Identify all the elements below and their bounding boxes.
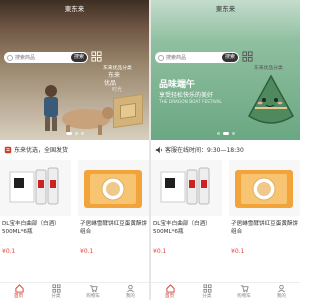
- notice-text: 东来优选，全国发货: [14, 147, 69, 154]
- product-card[interactable]: 孑居崊雪酵饼红豆蛋黄酥饼组合 ¥0.1: [229, 160, 300, 270]
- product-name: DL宝丰白曲部（白酒）500ML*6瓶: [153, 221, 211, 235]
- hero-text-line1: 品味端午: [159, 80, 196, 90]
- hero-text-line3: 时光: [112, 87, 123, 93]
- home-screen-right: 東东来 搜索 东来优品分类 品味端午 享受轻松快乐的美好 THE DRAGON …: [151, 0, 300, 300]
- product-image: [229, 160, 300, 216]
- search-button[interactable]: 搜索: [221, 53, 238, 62]
- cart-icon: [241, 285, 249, 293]
- product-name: 孑居崊雪酵饼红豆蛋黄酥饼组合: [231, 221, 299, 235]
- product-price: ¥0.1: [2, 248, 16, 255]
- search-bar[interactable]: 搜索: [155, 52, 239, 63]
- app-title: 東东来: [64, 5, 85, 13]
- tab-profile[interactable]: 我的: [115, 283, 145, 300]
- search-icon: [7, 54, 13, 61]
- product-image: [151, 160, 222, 216]
- user-icon: [278, 284, 286, 293]
- notice-bar: 客服在线时间：9:30—18:30: [155, 145, 244, 154]
- scan-icon[interactable]: [242, 51, 253, 62]
- tab-home[interactable]: 首页: [4, 283, 34, 300]
- product-name: DL宝丰白曲部（白酒）500ML*6瓶: [2, 221, 60, 235]
- notice-text: 客服在线时间：9:30—18:30: [165, 147, 244, 154]
- product-card[interactable]: DL宝丰白曲部（白酒）500ML*6瓶 ¥0.1: [151, 160, 222, 270]
- search-button[interactable]: 搜索: [70, 53, 87, 62]
- carousel-indicator: [66, 132, 84, 135]
- notice-bar: 东来优选，全国发货: [4, 145, 68, 154]
- user-icon: [127, 284, 135, 293]
- product-price: ¥0.1: [80, 248, 94, 255]
- app-title: 東东来: [215, 5, 236, 13]
- tab-label: 我的: [125, 294, 135, 299]
- product-price: ¥0.1: [231, 248, 245, 255]
- search-input[interactable]: [15, 53, 65, 62]
- category-label[interactable]: 东来优品分类: [254, 64, 283, 71]
- home-screen-left: 東东来 搜索 东来优品分类 东来 优品 时光 东来优选，全国发货: [0, 0, 149, 300]
- tab-label: 分类: [202, 294, 212, 299]
- speaker-icon: [155, 146, 162, 153]
- hero-text-line2: 享受轻松快乐的美好: [159, 92, 214, 99]
- tab-cart[interactable]: 购物车: [229, 283, 259, 300]
- dog-illustration: [62, 107, 114, 135]
- home-icon: [166, 284, 175, 293]
- tab-profile[interactable]: 我的: [266, 283, 296, 300]
- scan-icon[interactable]: [91, 51, 102, 62]
- bottom-tab-bar: 首页 分类 购物车 我的: [151, 282, 300, 300]
- product-card[interactable]: DL宝丰白曲部（白酒）500ML*6瓶 ¥0.1: [0, 160, 71, 270]
- product-name: 孑居崊雪酵饼红豆蛋黄酥饼组合: [80, 221, 148, 235]
- bottom-tab-bar: 首页 分类 购物车 我的: [0, 282, 149, 300]
- notice-icon: [4, 146, 12, 153]
- tab-category[interactable]: 分类: [192, 283, 222, 300]
- tab-label: 我的: [276, 294, 286, 299]
- tab-cart[interactable]: 购物车: [78, 283, 108, 300]
- search-icon: [158, 54, 164, 61]
- product-card[interactable]: 孑居崊雪酵饼红豆蛋黄酥饼组合 ¥0.1: [78, 160, 149, 270]
- category-icon: [52, 284, 61, 293]
- search-bar[interactable]: 搜索: [4, 52, 88, 63]
- tab-label: 购物车: [86, 294, 101, 299]
- tab-category[interactable]: 分类: [41, 283, 71, 300]
- tab-label: 首页: [14, 294, 24, 299]
- category-icon: [203, 284, 212, 293]
- product-image: [0, 160, 71, 216]
- tab-label: 首页: [165, 294, 175, 299]
- gift-box-image: [113, 93, 143, 129]
- tab-home[interactable]: 首页: [155, 283, 185, 300]
- tab-label: 购物车: [237, 294, 252, 299]
- home-icon: [15, 284, 24, 293]
- carousel-indicator: [217, 132, 235, 135]
- hero-text-line3: THE DRAGON BOAT FESTIVAL: [159, 100, 222, 105]
- product-image: [78, 160, 149, 216]
- zongzi-mascot-illustration: [248, 74, 294, 124]
- product-price: ¥0.1: [153, 248, 167, 255]
- tab-label: 分类: [51, 294, 61, 299]
- cart-icon: [90, 285, 98, 293]
- search-input[interactable]: [166, 53, 216, 62]
